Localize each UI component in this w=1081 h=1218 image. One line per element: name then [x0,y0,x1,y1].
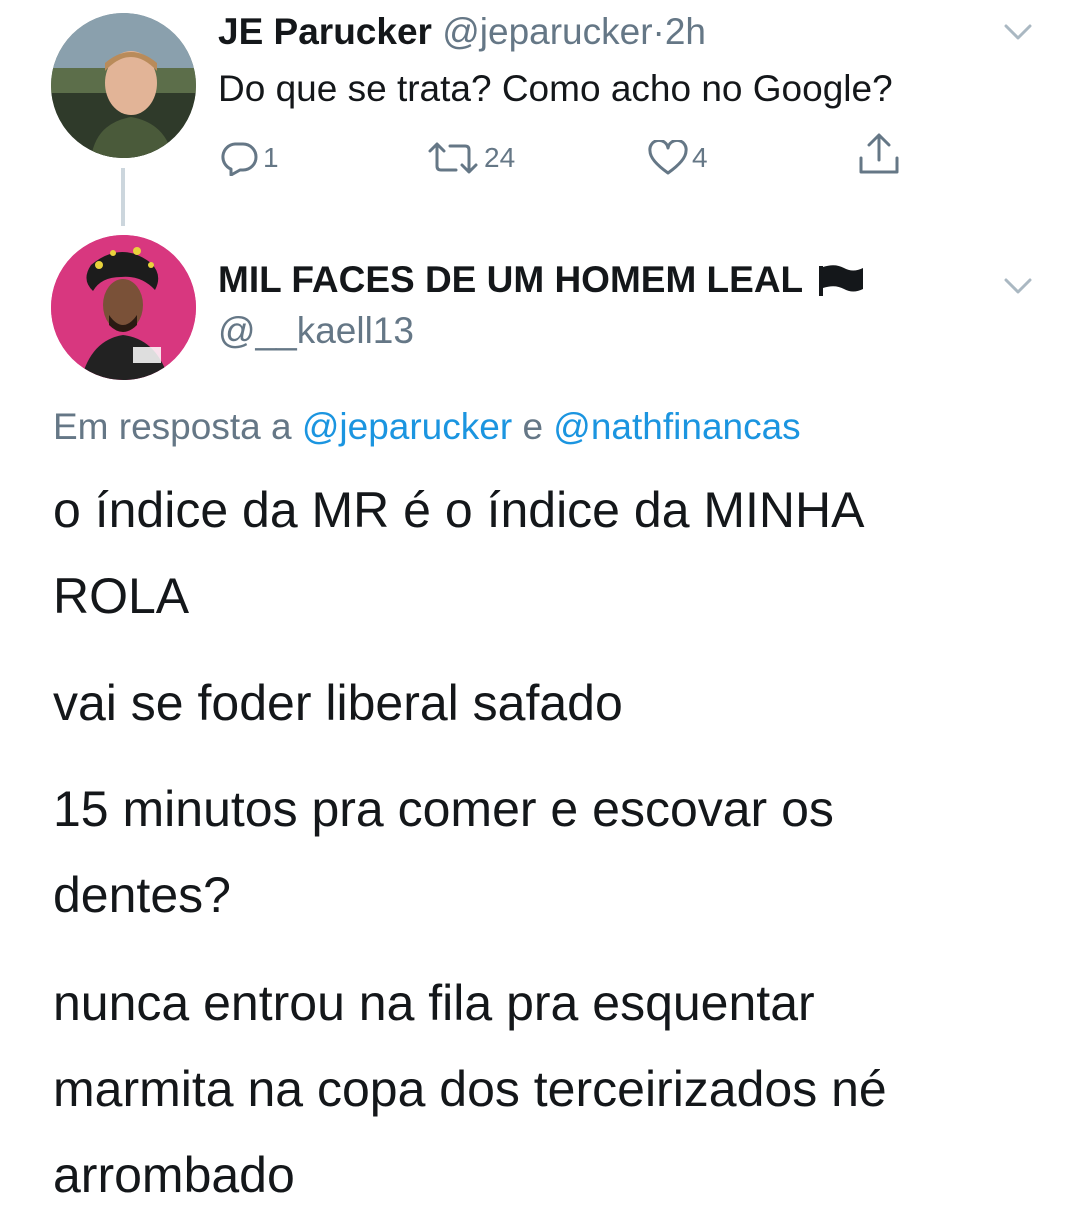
tweet1-text: Do que se trata? Como acho no Google? [218,68,893,109]
tweet2-text-line: arrombado [53,1147,295,1203]
reply-conjunction: e [522,406,544,447]
tweet2-text-line: dentes? [53,867,231,923]
tweet2-author-name[interactable]: MIL FACES DE UM HOMEM LEAL [218,258,803,302]
like-count: 4 [692,142,708,173]
tweet2-text-line: nunca entrou na fila pra esquentar [53,975,815,1031]
tweet2-paragraph: nunca entrou na fila pra esquentar marmi… [53,960,1053,1218]
like-button[interactable]: 4 [648,140,708,176]
tweet1-separator: · [652,11,665,52]
chevron-down-icon[interactable] [1003,276,1033,296]
chevron-down-icon[interactable] [1003,22,1033,42]
tweet1-author-handle[interactable]: @jeparucker [442,11,652,52]
tweet2-author-handle[interactable]: @__kaell13 [218,309,414,353]
tweet2-text-line: o índice da MR é o índice da MINHA [53,482,865,538]
tweet2-paragraph: vai se foder liberal safado [53,660,1053,746]
profile-photo [51,13,196,158]
avatar-kaell13[interactable] [51,235,196,380]
retweet-icon [428,142,478,174]
tweet2-text-line: 15 minutos pra comer e escovar os [53,781,834,837]
black-flag-icon [819,265,864,296]
like-icon [648,140,688,175]
thread-connector [121,168,125,226]
reply-button[interactable]: 1 [219,140,279,176]
tweet2-text-line: vai se foder liberal safado [53,675,623,731]
replying-to: Em resposta a @jeparucker e @nathfinanca… [53,404,801,450]
share-button[interactable] [857,133,901,174]
tweet1-author-name[interactable]: JE Parucker [218,11,432,52]
reply-icon [221,142,258,176]
tweet2-author-name-row: MIL FACES DE UM HOMEM LEAL [218,258,865,302]
retweet-button[interactable]: 24 [426,140,515,176]
reply-count: 1 [263,142,279,173]
tweet2-paragraph: 15 minutos pra comer e escovar os dentes… [53,766,1053,938]
tweet2-paragraph: o índice da MR é o índice da MINHA ROLA [53,467,1053,639]
mention-jeparucker[interactable]: @jeparucker [302,406,512,447]
tweet2-text-line: marmita na copa dos terceirizados né [53,1061,887,1117]
reply-prefix: Em resposta a [53,406,292,447]
tweet1-header: JE Parucker @jeparucker·2h [218,10,706,54]
tweet2-text-line: ROLA [53,568,190,624]
share-icon [859,133,899,174]
mention-nathfinancas[interactable]: @nathfinancas [553,406,800,447]
retweet-count: 24 [484,142,516,173]
avatar-je-parucker[interactable] [51,13,196,158]
profile-photo [51,235,196,380]
tweet1-timestamp[interactable]: 2h [665,11,706,52]
